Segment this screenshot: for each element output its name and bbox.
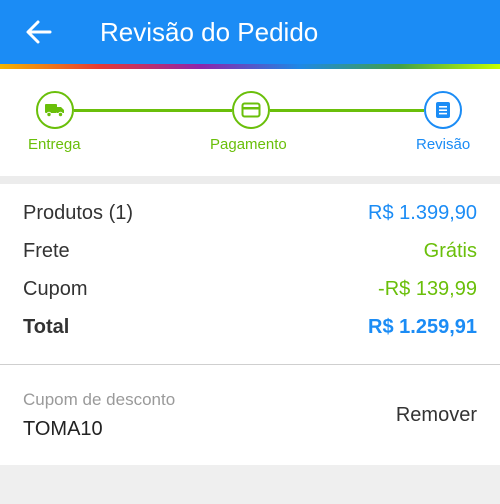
products-value: R$ 1.399,90	[368, 202, 477, 224]
coupon-code: TOMA10	[23, 418, 103, 440]
summary-row-total: Total R$ 1.259,91	[23, 312, 477, 342]
order-summary: Produtos (1) R$ 1.399,90 Frete Grátis Cu…	[0, 184, 500, 364]
remove-coupon-button[interactable]: Remover	[396, 402, 477, 428]
step-label-entrega: Entrega	[28, 136, 81, 153]
summary-row-shipping: Frete Grátis	[23, 236, 477, 266]
checkout-stepper: Entrega Pagamento Revisão	[0, 69, 500, 176]
summary-row-products: Produtos (1) R$ 1.399,90	[23, 198, 477, 228]
coupon-discount-label: Cupom	[23, 278, 88, 300]
coupon-field-label: Cupom de desconto	[23, 390, 176, 409]
coupon-discount-value: -R$ 139,99	[378, 278, 477, 300]
document-icon	[436, 102, 450, 118]
credit-card-icon	[241, 102, 261, 118]
section-separator	[0, 176, 500, 184]
step-revisao[interactable]	[424, 91, 462, 129]
step-label-pagamento: Pagamento	[210, 136, 287, 153]
app-bar: Revisão do Pedido	[0, 0, 500, 64]
step-label-revisao: Revisão	[416, 136, 471, 153]
step-connector	[74, 109, 232, 112]
back-arrow-icon[interactable]	[24, 18, 54, 46]
bottom-area	[0, 465, 500, 504]
step-entrega[interactable]	[36, 91, 74, 129]
total-label: Total	[23, 316, 70, 338]
products-label: Produtos (1)	[23, 202, 134, 224]
summary-row-coupon: Cupom -R$ 139,99	[23, 274, 477, 304]
total-value: R$ 1.259,91	[368, 316, 477, 338]
truck-icon	[45, 104, 64, 118]
step-connector	[270, 109, 424, 112]
coupon-section: Cupom de desconto TOMA10 Remover	[0, 365, 500, 465]
step-pagamento[interactable]	[232, 91, 270, 129]
shipping-value: Grátis	[423, 240, 477, 262]
page-title: Revisão do Pedido	[100, 17, 319, 47]
shipping-label: Frete	[23, 240, 70, 262]
